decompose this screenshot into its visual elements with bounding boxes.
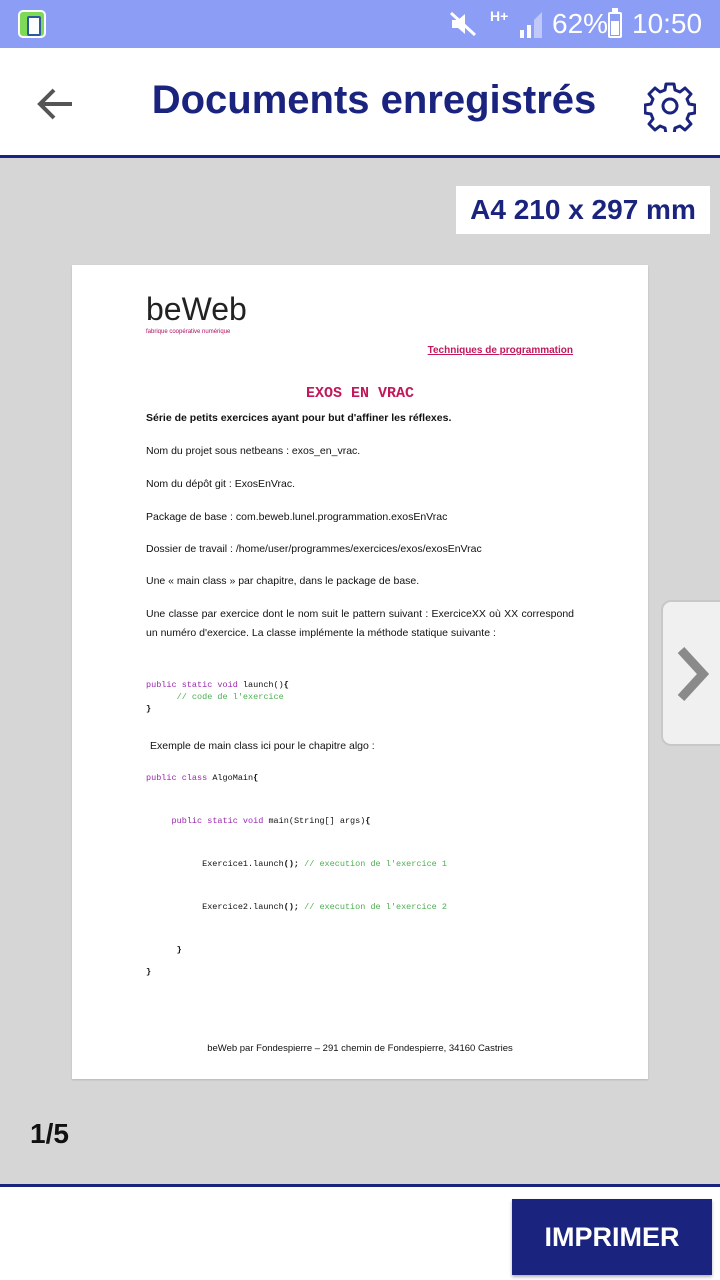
next-page-button[interactable] [661,600,720,746]
document-title: EXOS EN VRAC [305,385,415,402]
battery-icon [608,8,622,38]
app-notification-icon [18,10,46,38]
chevron-right-icon [677,646,710,702]
document-example-intro: Exemple de main class ici pour le chapit… [150,740,375,752]
logo-text: beWeb [146,291,247,327]
logo-tagline: fabrique coopérative numérique [146,329,231,335]
print-button[interactable]: IMPRIMER [512,1199,712,1275]
page-indicator: 1/5 [30,1118,69,1149]
code-block-launch: public static void launch(){ // code de … [146,680,289,714]
status-bar: H+ 62% 10:50 [0,0,720,48]
paper-size-label[interactable]: A4 210 x 297 mm [456,186,710,234]
document-git-repo: Nom du dépôt git : ExosEnVrac. [146,478,296,490]
back-arrow-icon[interactable] [30,80,82,128]
document-class-rule: Une classe par exercice dont le nom suit… [146,608,574,639]
gear-icon[interactable] [644,80,696,132]
clock: 10:50 [632,8,703,39]
battery-percentage: 62% [552,8,609,39]
app-header: Documents enregistrés [0,48,720,158]
network-type: H+ [490,8,509,24]
beweb-logo: beWeb fabrique coopérative numérique [146,291,286,341]
app-screen: H+ 62% 10:50 Documents enregistrés A4 21… [0,0,720,1280]
document-preview: beWeb fabrique coopérative numérique Tec… [72,265,648,1079]
mute-icon [449,11,477,37]
document-header-link: Techniques de programmation [427,345,573,356]
bottom-bar: IMPRIMER [0,1184,720,1280]
document-work-dir: Dossier de travail : /home/user/programm… [146,543,482,555]
page-title: Documents enregistrés [151,78,597,122]
document-intro: Série de petits exercices ayant pour but… [146,412,452,424]
code-block-main: public class AlgoMain{ public static voi… [146,773,447,977]
document-base-package: Package de base : com.beweb.lunel.progra… [146,511,448,523]
signal-icon [520,12,542,38]
document-footer: beWeb par Fondespierre – 291 chemin de F… [207,1043,513,1054]
document-main-class: Une « main class » par chapitre, dans le… [146,575,420,587]
document-project-name: Nom du projet sous netbeans : exos_en_vr… [146,445,361,457]
